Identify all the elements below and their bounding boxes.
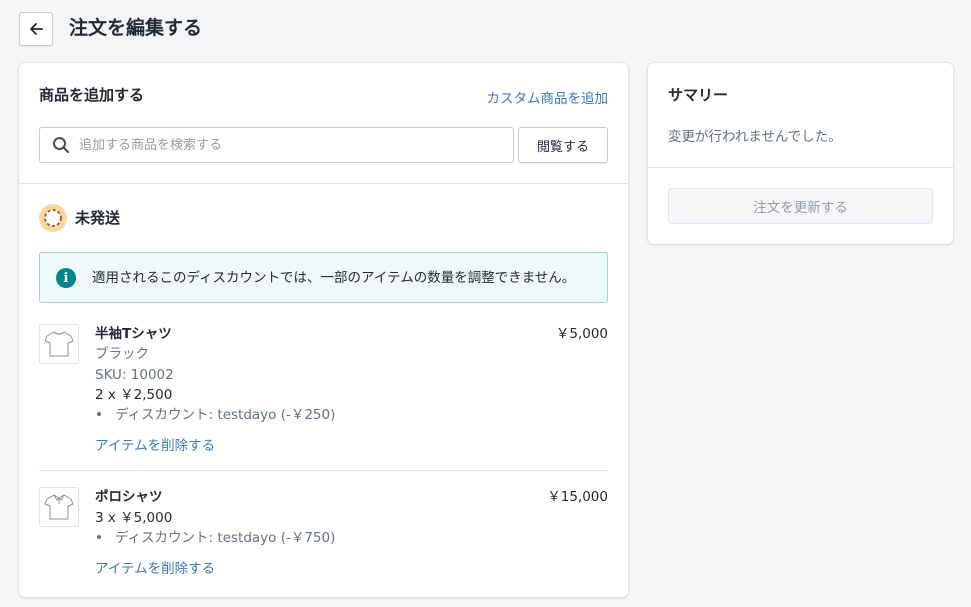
remove-item-link[interactable]: アイテムを削除する <box>95 557 215 577</box>
item-discount-text: ディスカウント: testdayo (-￥750) <box>115 530 336 546</box>
line-item: ポロシャツ ￥15,000 3 x ￥5,000 ディスカウント: testda… <box>39 487 608 577</box>
summary-card: サマリー 変更が行われませんでした。 注文を更新する <box>648 63 953 244</box>
product-search-input[interactable] <box>79 137 479 153</box>
discount-notice-banner: i 適用されるこのディスカウントでは、一部のアイテムの数量を調整できません。 <box>39 252 608 303</box>
polo-shirt-icon <box>39 487 79 527</box>
bullet <box>97 411 101 416</box>
update-order-button[interactable]: 注文を更新する <box>668 188 933 224</box>
line-item: 半袖Tシャツ ￥5,000 ブラック SKU: 10002 2 x ￥2,500… <box>39 324 608 454</box>
fulfillment-status-label: 未発送 <box>75 209 121 227</box>
item-discount: ディスカウント: testdayo (-￥250) <box>95 405 335 425</box>
remove-item-link[interactable]: アイテムを削除する <box>95 434 215 454</box>
arrow-left-icon <box>30 23 43 35</box>
add-products-title: 商品を追加する <box>39 86 145 104</box>
item-quantity-price: 3 x ￥5,000 <box>95 510 173 526</box>
back-button[interactable] <box>19 12 53 46</box>
browse-products-button[interactable]: 閲覧する <box>518 127 608 163</box>
item-divider <box>39 470 608 471</box>
unfulfilled-status-icon <box>39 204 67 232</box>
item-sku: SKU: 10002 <box>95 367 174 383</box>
summary-title: サマリー <box>668 86 729 104</box>
search-icon <box>53 137 70 154</box>
tshirt-icon <box>39 324 79 364</box>
summary-message: 変更が行われませんでした。 <box>668 129 842 145</box>
page-title: 注文を編集する <box>69 17 203 39</box>
info-icon: i <box>56 268 76 288</box>
item-total: ￥15,000 <box>547 489 608 505</box>
item-quantity-price: 2 x ￥2,500 <box>95 387 173 403</box>
edit-order-page: 注文を編集する 商品を追加する カスタム商品を追加 閲覧する 未発送 i 適用さ… <box>0 0 971 607</box>
item-discount-text: ディスカウント: testdayo (-￥250) <box>115 407 336 423</box>
product-search-box[interactable] <box>39 127 514 163</box>
add-custom-item-link[interactable]: カスタム商品を追加 <box>487 87 609 107</box>
item-discount: ディスカウント: testdayo (-￥750) <box>95 528 335 548</box>
divider <box>648 167 953 168</box>
item-name: ポロシャツ <box>95 489 163 505</box>
item-total: ￥5,000 <box>555 326 608 342</box>
order-edit-card: 商品を追加する カスタム商品を追加 閲覧する 未発送 i 適用されるこのディスカ… <box>19 63 628 597</box>
discount-notice-text: 適用されるこのディスカウントでは、一部のアイテムの数量を調整できません。 <box>92 270 576 286</box>
divider <box>19 183 628 184</box>
item-name: 半袖Tシャツ <box>95 326 172 342</box>
bullet <box>97 534 101 539</box>
item-variant: ブラック <box>95 346 149 362</box>
